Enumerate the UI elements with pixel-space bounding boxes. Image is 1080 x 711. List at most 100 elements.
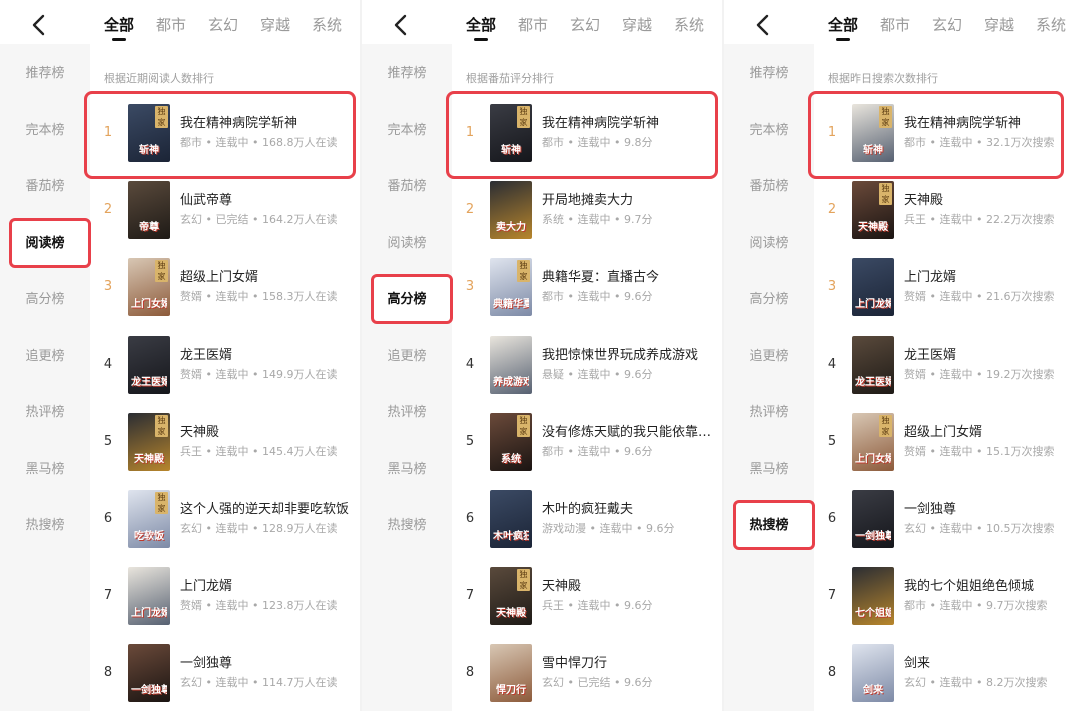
sidebar-item-2[interactable]: 番茄榜 xyxy=(362,172,452,202)
book-row[interactable]: 7 上门龙婿 上门龙婿 赘婿 • 连载中 • 123.8万人在读 xyxy=(90,567,360,637)
sidebar-item-8[interactable]: 热搜榜 xyxy=(724,511,814,541)
book-row[interactable]: 1 独家 斩神 我在精神病院学斩神 都市 • 连载中 • 168.8万人在读 xyxy=(90,104,360,174)
book-row[interactable]: 3 上门龙婿 上门龙婿 赘婿 • 连载中 • 21.6万次搜索 xyxy=(814,258,1080,328)
sidebar-item-5[interactable]: 追更榜 xyxy=(724,342,814,372)
book-cover[interactable]: 独家 上门女婿 xyxy=(852,412,894,471)
book-row[interactable]: 8 悍刀行 雪中悍刀行 玄幻 • 已完结 • 9.6分 xyxy=(452,644,722,711)
sidebar-item-1[interactable]: 完本榜 xyxy=(724,116,814,146)
sidebar-item-0[interactable]: 推荐榜 xyxy=(0,59,90,89)
ranking-panel-score: 全部 都市 玄幻 穿越 系统 推荐榜 完本榜 番茄榜 阅读榜 高分榜 追更榜 热评榜 黑马榜 热搜榜 根据番… xyxy=(362,0,722,711)
tab-0[interactable]: 全部 xyxy=(828,14,858,35)
sidebar-item-7[interactable]: 黑马榜 xyxy=(724,455,814,485)
book-cover[interactable]: 帝尊 xyxy=(128,181,170,240)
book-cover[interactable]: 一剑独尊 xyxy=(852,490,894,548)
book-cover[interactable]: 悍刀行 xyxy=(490,644,532,703)
book-row[interactable]: 4 龙王医婿 龙王医婿 赘婿 • 连载中 • 149.9万人在读 xyxy=(90,335,360,406)
book-row[interactable]: 2 卖大力 开局地摊卖大力 系统 • 连载中 • 9.7分 xyxy=(452,181,722,251)
sidebar-item-7[interactable]: 黑马榜 xyxy=(0,455,90,485)
sidebar-item-4[interactable]: 高分榜 xyxy=(0,285,90,315)
tab-2[interactable]: 玄幻 xyxy=(570,14,600,35)
tab-2[interactable]: 玄幻 xyxy=(208,14,238,35)
exclusive-badge: 独家 xyxy=(155,414,168,437)
sidebar-item-3[interactable]: 阅读榜 xyxy=(724,229,814,259)
book-row[interactable]: 7 独家 天神殿 天神殿 兵王 • 连载中 • 9.6分 xyxy=(452,567,722,637)
book-row[interactable]: 5 独家 天神殿 天神殿 兵王 • 连载中 • 145.4万人在读 xyxy=(90,412,360,483)
book-cover[interactable]: 独家 上门女婿 xyxy=(128,258,170,317)
sidebar-item-2[interactable]: 番茄榜 xyxy=(724,172,814,202)
book-row[interactable]: 5 独家 上门女婿 超级上门女婿 赘婿 • 连载中 • 15.1万次搜索 xyxy=(814,412,1080,483)
sidebar-item-0[interactable]: 推荐榜 xyxy=(362,59,452,89)
sidebar-item-4[interactable]: 高分榜 xyxy=(362,285,452,315)
book-cover[interactable]: 卖大力 xyxy=(490,181,532,240)
book-row[interactable]: 8 剑来 剑来 玄幻 • 连载中 • 8.2万次搜索 xyxy=(814,644,1080,711)
exclusive-badge: 独家 xyxy=(879,106,892,128)
book-cover[interactable]: 独家 斩神 xyxy=(852,104,894,162)
book-row[interactable]: 7 七个姐姐 我的七个姐姐绝色倾城 都市 • 连载中 • 9.7万次搜索 xyxy=(814,567,1080,637)
book-row[interactable]: 2 独家 天神殿 天神殿 兵王 • 连载中 • 22.2万次搜索 xyxy=(814,181,1080,251)
sidebar-item-0[interactable]: 推荐榜 xyxy=(724,59,814,89)
sidebar-item-5[interactable]: 追更榜 xyxy=(362,342,452,372)
book-title: 我的七个姐姐绝色倾城 xyxy=(904,579,1035,595)
tab-1[interactable]: 都市 xyxy=(518,14,548,35)
book-cover[interactable]: 独家 典籍华夏 xyxy=(490,258,532,317)
book-cover[interactable]: 上门龙婿 xyxy=(128,567,170,626)
book-row[interactable]: 3 独家 典籍华夏 典籍华夏：直播古今 都市 • 连载中 • 9.6分 xyxy=(452,258,722,328)
sidebar-item-6[interactable]: 热评榜 xyxy=(724,398,814,428)
tab-4[interactable]: 系统 xyxy=(1036,14,1066,35)
back-button[interactable] xyxy=(390,12,412,38)
book-cover[interactable]: 独家 斩神 xyxy=(128,104,170,162)
sidebar-item-2[interactable]: 番茄榜 xyxy=(0,172,90,202)
book-row[interactable]: 6 木叶疯狂 木叶的疯狂戴夫 游戏动漫 • 连载中 • 9.6分 xyxy=(452,490,722,560)
sidebar-item-7[interactable]: 黑马榜 xyxy=(362,455,452,485)
tab-1[interactable]: 都市 xyxy=(156,14,186,35)
tab-3[interactable]: 穿越 xyxy=(984,14,1014,35)
sidebar-item-1[interactable]: 完本榜 xyxy=(362,116,452,146)
sidebar-item-1[interactable]: 完本榜 xyxy=(0,116,90,146)
book-cover[interactable]: 龙王医婿 xyxy=(852,335,894,394)
book-row[interactable]: 8 一剑独尊 一剑独尊 玄幻 • 连载中 • 114.7万人在读 xyxy=(90,644,360,711)
book-cover[interactable]: 独家 吃软饭 xyxy=(128,490,170,548)
book-row[interactable]: 4 养成游戏 我把惊悚世界玩成养成游戏 悬疑 • 连载中 • 9.6分 xyxy=(452,335,722,406)
book-cover[interactable]: 独家 斩神 xyxy=(490,104,532,162)
book-cover[interactable]: 独家 系统 xyxy=(490,412,532,471)
book-row[interactable]: 4 龙王医婿 龙王医婿 赘婿 • 连载中 • 19.2万次搜索 xyxy=(814,335,1080,406)
tab-4[interactable]: 系统 xyxy=(312,14,342,35)
tab-4[interactable]: 系统 xyxy=(674,14,704,35)
sidebar-item-8[interactable]: 热搜榜 xyxy=(0,511,90,541)
tab-0[interactable]: 全部 xyxy=(104,14,134,35)
book-cover[interactable]: 独家 天神殿 xyxy=(128,412,170,471)
tab-1[interactable]: 都市 xyxy=(880,14,910,35)
sidebar-item-3[interactable]: 阅读榜 xyxy=(362,229,452,259)
book-row[interactable]: 3 独家 上门女婿 超级上门女婿 赘婿 • 连载中 • 158.3万人在读 xyxy=(90,258,360,328)
back-button[interactable] xyxy=(752,12,774,38)
book-row[interactable]: 2 帝尊 仙武帝尊 玄幻 • 已完结 • 164.2万人在读 xyxy=(90,181,360,251)
back-button[interactable] xyxy=(28,12,50,38)
book-cover[interactable]: 龙王医婿 xyxy=(128,335,170,394)
book-cover[interactable]: 木叶疯狂 xyxy=(490,490,532,548)
book-row[interactable]: 5 独家 系统 没有修炼天赋的我只能依靠系统 都市 • 连载中 • 9.6分 xyxy=(452,412,722,483)
book-cover[interactable]: 七个姐姐 xyxy=(852,567,894,626)
book-row[interactable]: 6 独家 吃软饭 这个人强的逆天却非要吃软饭 玄幻 • 连载中 • 128.9万… xyxy=(90,490,360,560)
sidebar-item-6[interactable]: 热评榜 xyxy=(0,398,90,428)
ranking-sidebar: 推荐榜完本榜番茄榜阅读榜高分榜追更榜热评榜黑马榜热搜榜 xyxy=(724,44,815,711)
book-cover[interactable]: 独家 天神殿 xyxy=(490,567,532,626)
tab-0[interactable]: 全部 xyxy=(466,14,496,35)
sidebar-item-4[interactable]: 高分榜 xyxy=(724,285,814,315)
book-row[interactable]: 6 一剑独尊 一剑独尊 玄幻 • 连载中 • 10.5万次搜索 xyxy=(814,490,1080,560)
book-cover[interactable]: 剑来 xyxy=(852,644,894,703)
book-cover-title: 斩神 xyxy=(139,145,159,156)
tab-3[interactable]: 穿越 xyxy=(260,14,290,35)
sidebar-item-3[interactable]: 阅读榜 xyxy=(0,229,90,259)
sidebar-item-6[interactable]: 热评榜 xyxy=(362,398,452,428)
sidebar-item-8[interactable]: 热搜榜 xyxy=(362,511,452,541)
sidebar-item-5[interactable]: 追更榜 xyxy=(0,342,90,372)
book-row[interactable]: 1 独家 斩神 我在精神病院学斩神 都市 • 连载中 • 32.1万次搜索 xyxy=(814,104,1080,174)
book-cover[interactable]: 养成游戏 xyxy=(490,335,532,394)
book-cover[interactable]: 独家 天神殿 xyxy=(852,181,894,240)
tab-3[interactable]: 穿越 xyxy=(622,14,652,35)
book-title: 剑来 xyxy=(904,656,931,672)
book-row[interactable]: 1 独家 斩神 我在精神病院学斩神 都市 • 连载中 • 9.8分 xyxy=(452,104,722,174)
book-cover[interactable]: 上门龙婿 xyxy=(852,258,894,317)
tab-2[interactable]: 玄幻 xyxy=(932,14,962,35)
book-cover[interactable]: 一剑独尊 xyxy=(128,644,170,703)
